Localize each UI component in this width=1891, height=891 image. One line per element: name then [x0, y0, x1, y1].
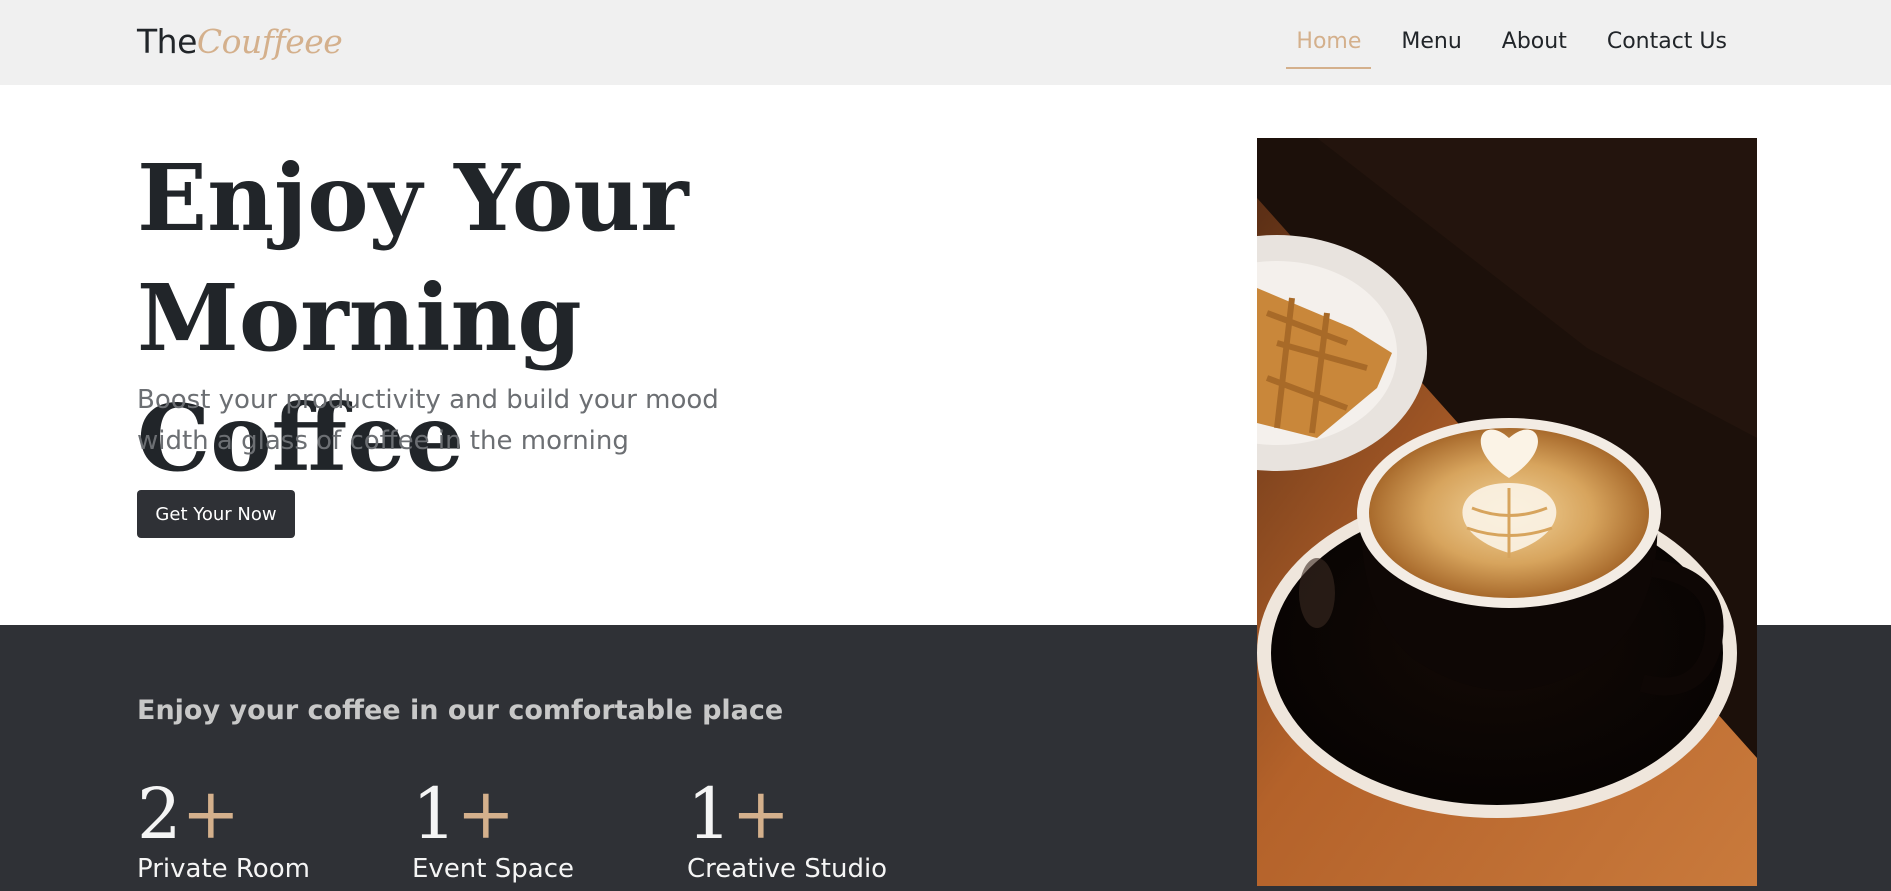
hero-title-line-1: Enjoy Your [137, 144, 689, 252]
brand-prefix: The [137, 22, 197, 61]
stat-item: 1+ Creative Studio [687, 775, 962, 885]
brand-accent: Couffeee [196, 22, 343, 61]
hero-subtitle-line-2: width a glass of coffee in the morning [137, 426, 629, 456]
stat-item: 2+ Private Room [137, 775, 412, 885]
nav-menu[interactable]: Menu [1391, 26, 1471, 68]
hero-subtitle: Boost your productivity and build your m… [137, 380, 757, 462]
stat-label: Event Space [412, 854, 574, 884]
nav-about[interactable]: About [1492, 26, 1577, 68]
brand-logo[interactable]: TheCouffeee [137, 21, 343, 63]
nav-home[interactable]: Home [1286, 26, 1372, 69]
navbar: TheCouffeee Home Menu About Contact Us [0, 0, 1891, 85]
nav-links: Home Menu About Contact Us [1266, 26, 1737, 69]
stat-item: 1+ Event Space [412, 775, 687, 885]
stats-row: 2+ Private Room 1+ Event Space 1+ Creati… [137, 775, 962, 885]
stat-label: Private Room [137, 854, 310, 884]
features-heading: Enjoy your coffee in our comfortable pla… [137, 695, 784, 726]
stat-label: Creative Studio [687, 854, 888, 884]
nav-contact-us[interactable]: Contact Us [1597, 26, 1737, 68]
get-your-now-button[interactable]: Get Your Now [137, 490, 295, 538]
stat-number: 1+ [687, 773, 791, 855]
stat-number: 1+ [412, 773, 516, 855]
coffee-photo [1257, 138, 1757, 886]
hero-subtitle-line-1: Boost your productivity and build your m… [137, 385, 719, 415]
stat-number: 2+ [137, 773, 241, 855]
